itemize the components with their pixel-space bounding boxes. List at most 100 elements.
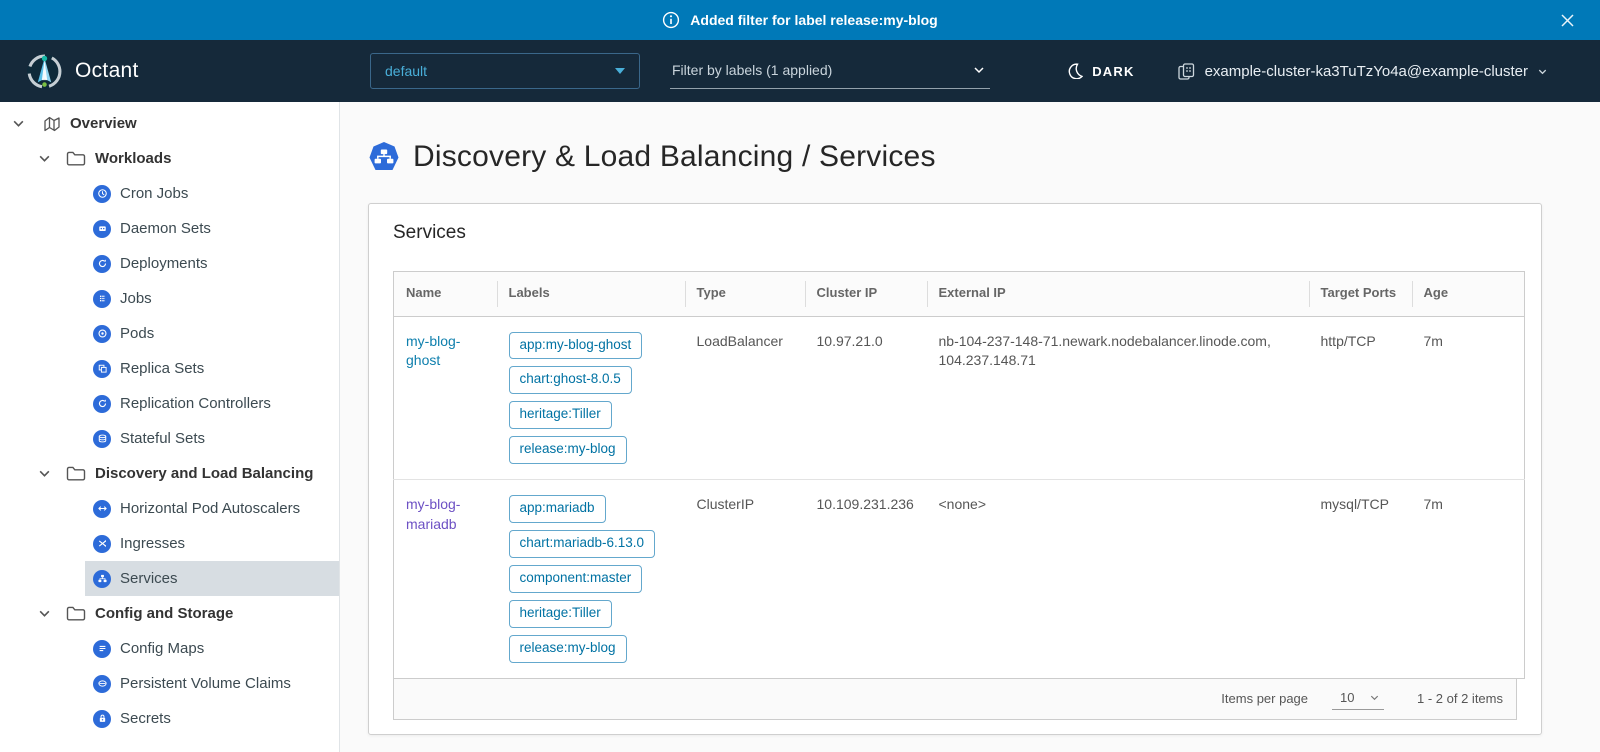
sidebar-item-label: Secrets (120, 710, 171, 727)
cell-name: my-blog-mariadb (394, 480, 497, 678)
replica-sets-icon (93, 360, 111, 378)
items-per-page-value: 10 (1340, 690, 1354, 705)
label-badge[interactable]: heritage:Tiller (509, 600, 612, 628)
table-row: my-blog-ghost app:my-blog-ghost chart:gh… (394, 316, 1525, 480)
sidebar-item-persistent-volume-claims[interactable]: Persistent Volume Claims (85, 666, 339, 701)
chevron-down-icon[interactable] (38, 152, 51, 165)
sidebar-section-discovery-load-balancing[interactable]: Discovery and Load Balancing (0, 456, 339, 491)
sidebar-item-cron-jobs[interactable]: Cron Jobs (85, 176, 339, 211)
notification-banner: Added filter for label release:my-blog (0, 0, 1600, 40)
pods-icon (93, 325, 111, 343)
sidebar-item-jobs[interactable]: Jobs (85, 281, 339, 316)
sidebar-item-ingresses[interactable]: Ingresses (85, 526, 339, 561)
daemon-sets-icon (93, 220, 111, 238)
main-content: Discovery & Load Balancing / Services Se… (340, 102, 1600, 752)
sidebar-item-label: Horizontal Pod Autoscalers (120, 500, 300, 517)
column-header-target-ports[interactable]: Target Ports (1309, 272, 1412, 317)
label-filter-dropdown[interactable]: Filter by labels (1 applied) (670, 53, 990, 89)
namespace-value: default (385, 63, 427, 79)
sidebar-item-label: Daemon Sets (120, 220, 211, 237)
chevron-down-icon[interactable] (38, 467, 51, 480)
sidebar-item-label: Cron Jobs (120, 185, 188, 202)
cell-cluster-ip: 10.109.231.236 (805, 480, 927, 678)
sidebar-item-daemon-sets[interactable]: Daemon Sets (85, 211, 339, 246)
stateful-sets-icon (93, 430, 111, 448)
table-pagination-footer: Items per page 10 1 - 2 of 2 items (393, 679, 1517, 720)
sidebar-item-deployments[interactable]: Deployments (85, 246, 339, 281)
app-header: Octant default Filter by labels (1 appli… (0, 40, 1600, 102)
service-link-my-blog-ghost[interactable]: my-blog-ghost (406, 333, 460, 369)
namespace-dropdown[interactable]: default (370, 53, 640, 89)
info-icon (662, 11, 680, 29)
sidebar-navigation: Overview Workloads Cron Jobs Daemon Sets (0, 102, 340, 752)
items-per-page-label: Items per page (1221, 691, 1308, 706)
sidebar-item-secrets[interactable]: Secrets (85, 701, 339, 736)
moon-icon (1067, 63, 1083, 79)
close-icon[interactable] (1559, 0, 1576, 40)
label-badge[interactable]: chart:ghost-8.0.5 (509, 366, 632, 394)
pagination-range-text: 1 - 2 of 2 items (1417, 691, 1503, 706)
sidebar-section-label: Discovery and Load Balancing (95, 465, 313, 482)
cell-type: LoadBalancer (685, 316, 805, 480)
column-header-age[interactable]: Age (1412, 272, 1525, 317)
label-badge[interactable]: chart:mariadb-6.13.0 (509, 530, 656, 558)
config-maps-icon (93, 640, 111, 658)
brand[interactable]: Octant (0, 53, 342, 90)
column-header-name[interactable]: Name (394, 272, 497, 317)
sidebar-item-replica-sets[interactable]: Replica Sets (85, 351, 339, 386)
label-badge[interactable]: release:my-blog (509, 635, 627, 663)
sidebar-item-pods[interactable]: Pods (85, 316, 339, 351)
services-table: Name Labels Type Cluster IP External IP … (393, 271, 1525, 679)
sidebar-item-label: Replica Sets (120, 360, 204, 377)
folder-icon (66, 605, 86, 622)
app-title: Octant (75, 59, 139, 83)
label-badge[interactable]: app:my-blog-ghost (509, 332, 643, 360)
dark-theme-toggle[interactable]: DARK (1067, 63, 1134, 79)
chevron-down-icon[interactable] (12, 117, 25, 130)
page-title-row: Discovery & Load Balancing / Services (368, 140, 1542, 174)
sidebar-section-workloads[interactable]: Workloads (0, 141, 339, 176)
sidebar-item-label: Replication Controllers (120, 395, 271, 412)
column-header-type[interactable]: Type (685, 272, 805, 317)
sidebar-section-label: Config and Storage (95, 605, 233, 622)
cluster-name: example-cluster-ka3TuTzYo4a@example-clus… (1205, 63, 1528, 80)
chevron-down-icon[interactable] (38, 607, 51, 620)
table-header-row: Name Labels Type Cluster IP External IP … (394, 272, 1525, 317)
sidebar-item-label: Config Maps (120, 640, 204, 657)
sidebar-item-horizontal-pod-autoscalers[interactable]: Horizontal Pod Autoscalers (85, 491, 339, 526)
label-badge[interactable]: app:mariadb (509, 495, 606, 523)
sidebar-item-overview[interactable]: Overview (0, 106, 339, 141)
cell-external-ip: nb-104-237-148-71.newark.nodebalancer.li… (927, 316, 1309, 480)
sidebar-item-label: Jobs (120, 290, 152, 307)
deployments-icon (93, 255, 111, 273)
sidebar-item-replication-controllers[interactable]: Replication Controllers (85, 386, 339, 421)
label-badge[interactable]: component:master (509, 565, 643, 593)
sidebar-section-config-and-storage[interactable]: Config and Storage (0, 596, 339, 631)
dropdown-caret-icon (615, 68, 625, 74)
banner-message: Added filter for label release:my-blog (690, 12, 937, 28)
label-badge[interactable]: heritage:Tiller (509, 401, 612, 429)
column-header-external-ip[interactable]: External IP (927, 272, 1309, 317)
replication-controllers-icon (93, 395, 111, 413)
dark-label: DARK (1092, 64, 1134, 79)
sidebar-item-config-maps[interactable]: Config Maps (85, 631, 339, 666)
sidebar-item-stateful-sets[interactable]: Stateful Sets (85, 421, 339, 456)
sidebar-item-services[interactable]: Services (85, 561, 339, 596)
column-header-labels[interactable]: Labels (497, 272, 685, 317)
cell-age: 7m (1412, 480, 1525, 678)
sidebar-item-label: Pods (120, 325, 154, 342)
items-per-page-select[interactable]: 10 (1332, 688, 1384, 710)
label-filter-text: Filter by labels (1 applied) (672, 62, 832, 78)
chevron-down-icon (972, 63, 986, 77)
service-link-my-blog-mariadb[interactable]: my-blog-mariadb (406, 496, 460, 532)
cell-cluster-ip: 10.97.21.0 (805, 316, 927, 480)
chevron-down-icon (1369, 692, 1380, 703)
column-header-cluster-ip[interactable]: Cluster IP (805, 272, 927, 317)
cell-labels: app:my-blog-ghost chart:ghost-8.0.5 heri… (497, 316, 685, 480)
secrets-icon (93, 710, 111, 728)
sidebar-section-label: Workloads (95, 150, 171, 167)
octant-logo-icon (26, 53, 63, 90)
cluster-selector[interactable]: example-cluster-ka3TuTzYo4a@example-clus… (1177, 62, 1548, 81)
overview-map-icon (42, 115, 62, 133)
label-badge[interactable]: release:my-blog (509, 436, 627, 464)
